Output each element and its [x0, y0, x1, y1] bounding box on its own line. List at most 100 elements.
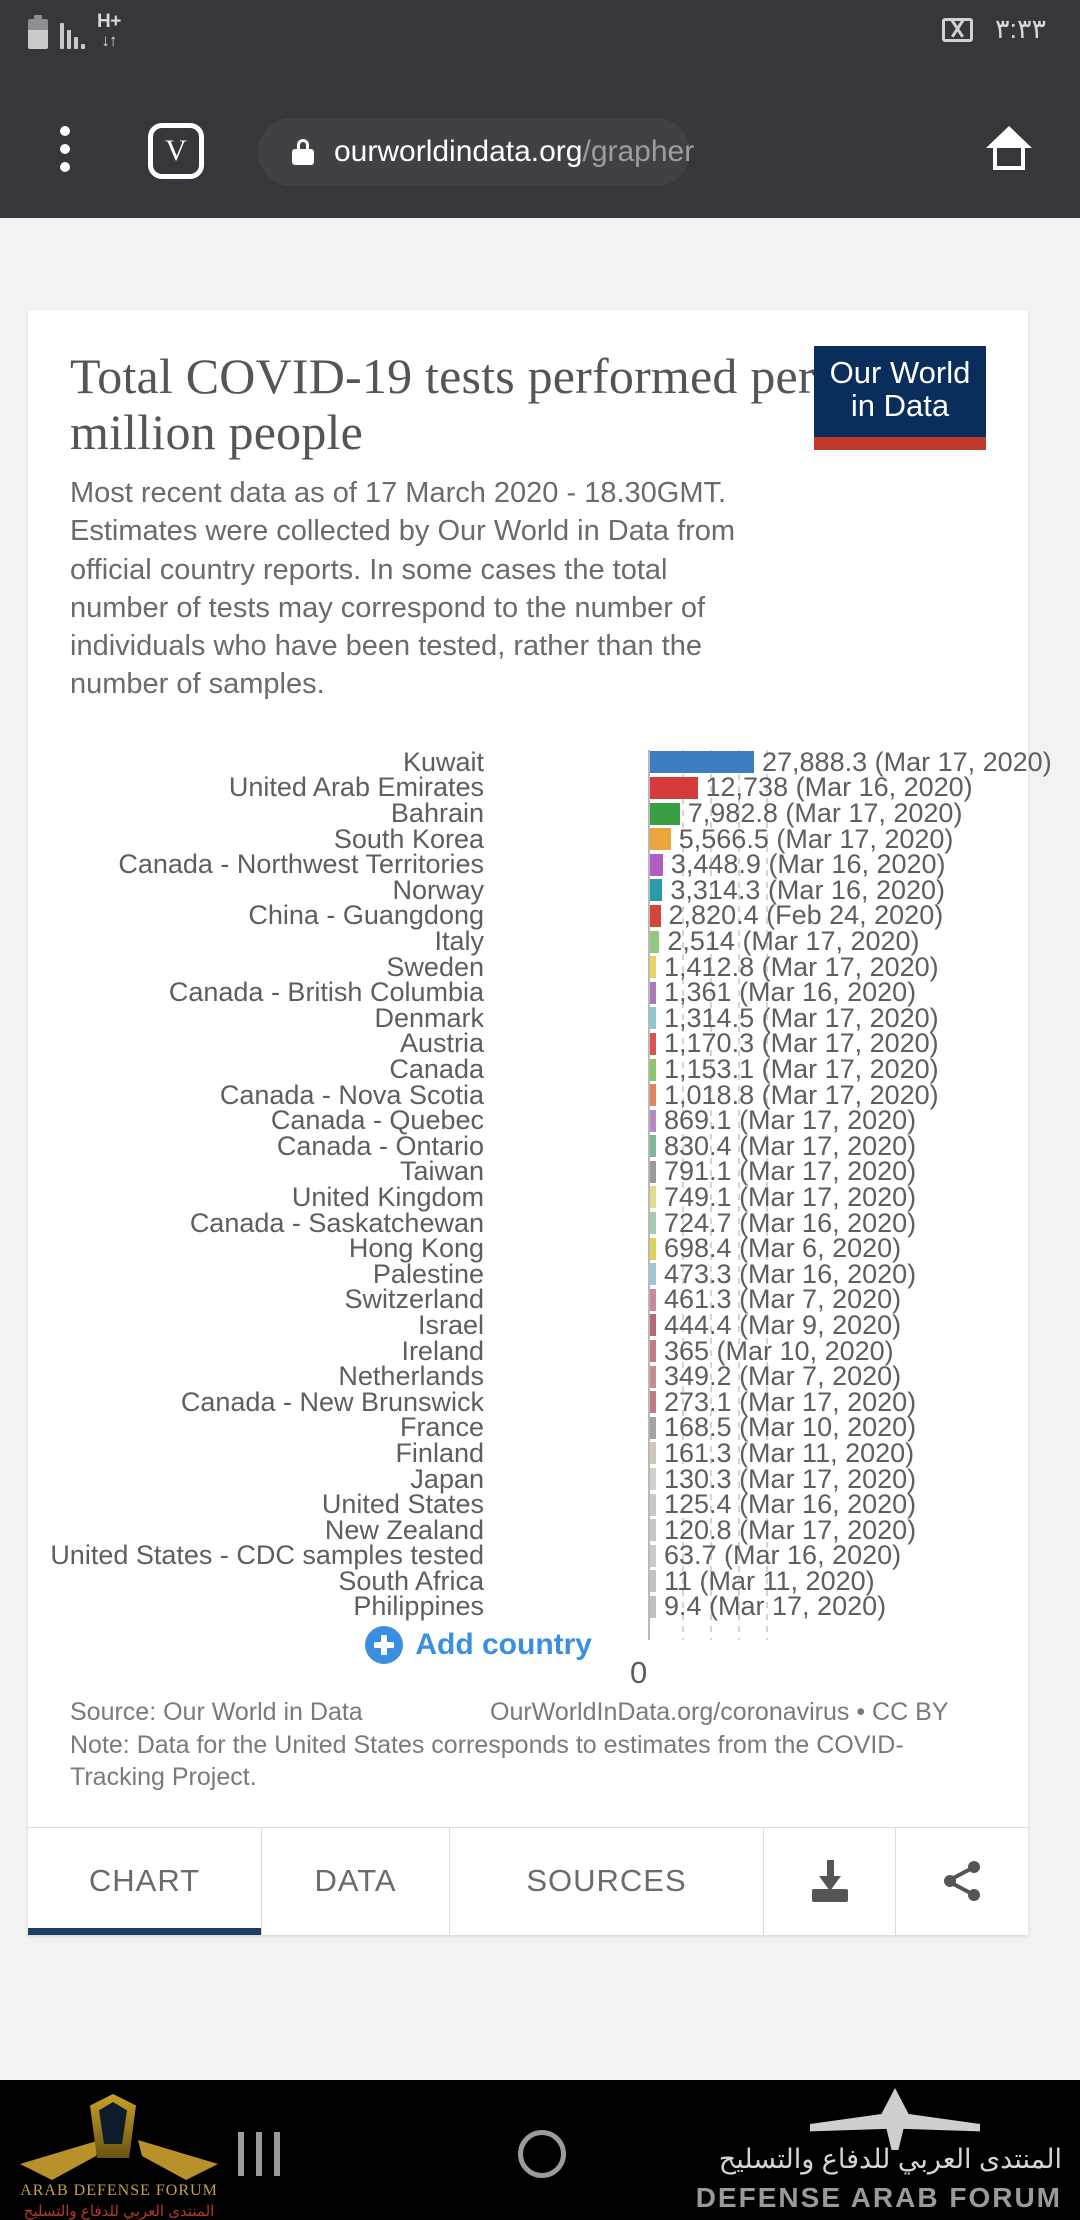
bar-chart: Kuwait 27,888.3 (Mar 17, 2020) United Arab…: [50, 747, 1052, 1690]
share-button[interactable]: [896, 1828, 1028, 1935]
watermark-left-ar: المنتدى العربي للدفاع والتسليح: [23, 2203, 215, 2220]
bar-row[interactable]: New Zealand 120.8 (Mar 17, 2020): [70, 1515, 986, 1545]
bar-segment: [650, 956, 656, 979]
bar-row-label: Philippines: [353, 1591, 484, 1622]
bar-segment: [650, 981, 656, 1004]
chart-note: Note: Data for the United States corresp…: [70, 1730, 904, 1791]
bar-segment: [650, 1493, 656, 1516]
bar-row[interactable]: Canada - British Columbia 1,361 (Mar 16, …: [70, 977, 986, 1007]
bar-segment: [650, 1365, 656, 1388]
chart-tab-bar: CHART DATA SOURCES: [28, 1826, 1028, 1935]
bar-segment: [650, 1263, 656, 1286]
owid-logo[interactable]: Our World in Data: [814, 346, 986, 450]
bar-segment: [650, 1595, 656, 1618]
bar-segment: [650, 1084, 656, 1107]
bar-row[interactable]: Switzerland 461.3 (Mar 7, 2020): [70, 1284, 986, 1314]
hplus-data-icon: H+ ↓↑: [97, 12, 121, 49]
bar-segment: [650, 1442, 656, 1465]
bar-row[interactable]: Canada - Saskatchewan 724.7 (Mar 16, 2020…: [70, 1208, 986, 1238]
kebab-menu-icon[interactable]: [60, 126, 70, 172]
bar-row[interactable]: China - Guangdong 2,820.4 (Feb 24, 2020): [70, 900, 986, 930]
bar-row[interactable]: United Kingdom 749.1 (Mar 17, 2020): [70, 1182, 986, 1212]
recents-icon[interactable]: [238, 2132, 280, 2176]
bar-row[interactable]: Ireland 365 (Mar 10, 2020): [70, 1336, 986, 1366]
shield-icon: [90, 2094, 136, 2158]
bar-row[interactable]: Philippines 9.4 (Mar 17, 2020): [70, 1591, 986, 1622]
bar-row[interactable]: Hong Kong 698.4 (Mar 6, 2020): [70, 1233, 986, 1263]
bar-row[interactable]: Austria 1,170.3 (Mar 17, 2020): [70, 1028, 986, 1058]
bar-segment: [650, 1007, 656, 1030]
download-button[interactable]: [764, 1827, 896, 1935]
tab-sources-label: SOURCES: [526, 1863, 687, 1899]
bar-row[interactable]: Canada - Nova Scotia 1,018.8 (Mar 17, 202…: [70, 1080, 986, 1110]
tab-count-badge[interactable]: V: [148, 123, 204, 179]
bar-row[interactable]: Canada - Ontario 830.4 (Mar 17, 2020): [70, 1131, 986, 1161]
download-icon: [810, 1860, 850, 1903]
bar-segment: [650, 802, 680, 825]
bar-segment: [650, 879, 663, 902]
bar-row[interactable]: United States - CDC samples tested 63.7 (…: [50, 1540, 986, 1570]
bar-segment: [650, 1314, 656, 1337]
bar-segment: [650, 930, 660, 953]
bar-segment: [650, 853, 663, 876]
bar-row[interactable]: Finland 161.3 (Mar 11, 2020): [70, 1438, 986, 1468]
bar-segment: [650, 1288, 656, 1311]
browser-toolbar: V ourworldindata.org/grapher: [0, 68, 1080, 218]
owid-logo-accent-bar: [814, 436, 986, 450]
add-country-label: Add country: [415, 1627, 592, 1661]
bar-row[interactable]: Taiwan 791.1 (Mar 17, 2020): [70, 1156, 986, 1186]
bar-segment: [650, 1416, 656, 1439]
bar-row[interactable]: United States 125.4 (Mar 16, 2020): [70, 1489, 986, 1519]
url-bar[interactable]: ourworldindata.org/grapher: [258, 118, 694, 186]
tab-chart-label: CHART: [88, 1863, 201, 1899]
bar-segment: [650, 1032, 656, 1055]
grapher-card: Our World in Data Total COVID-19 tests p…: [28, 310, 1052, 1935]
watermark-right: المنتدى العربي للدفاع والتسليح DEFENSE A…: [588, 2086, 1068, 2214]
tab-sources[interactable]: SOURCES: [450, 1827, 764, 1935]
bar-segment: [650, 751, 754, 774]
bar-row[interactable]: Canada 1,153.1 (Mar 17, 2020): [70, 1054, 986, 1084]
bar-row[interactable]: Sweden 1,412.8 (Mar 17, 2020): [70, 952, 986, 982]
bar-row[interactable]: United Arab Emirates 12,738 (Mar 16, 2020…: [70, 772, 986, 802]
gmail-icon: [941, 17, 973, 42]
bar-row[interactable]: Japan 130.3 (Mar 17, 2020): [70, 1464, 986, 1494]
chart-footer: Source: Our World in Data OurWorldInData…: [70, 1698, 986, 1827]
bar-row[interactable]: Kuwait 27,888.3 (Mar 17, 2020): [70, 747, 1052, 777]
bar-row[interactable]: Canada - Northwest Territories 3,448.9 (M…: [70, 849, 986, 879]
data-arrows: ↓↑: [101, 31, 117, 50]
home-icon[interactable]: [986, 126, 1032, 170]
chart-license[interactable]: OurWorldInData.org/coronavirus • CC BY: [490, 1698, 948, 1727]
bar-row[interactable]: Israel 444.4 (Mar 9, 2020): [70, 1310, 986, 1340]
bar-segment: [650, 1058, 656, 1081]
bar-row[interactable]: Italy 2,514 (Mar 17, 2020): [70, 926, 986, 956]
bar-rows: Kuwait 27,888.3 (Mar 17, 2020) United Arab…: [50, 747, 1052, 1622]
status-bar-right: ٣:٣٣: [941, 14, 1046, 45]
bar-row[interactable]: Canada - Quebec 869.1 (Mar 17, 2020): [70, 1105, 986, 1135]
url-path: /grapher: [582, 135, 695, 168]
web-page: Our World in Data Total COVID-19 tests p…: [0, 218, 1080, 2080]
tab-data[interactable]: DATA: [262, 1827, 450, 1935]
bar-segment: [650, 1109, 656, 1132]
bar-row[interactable]: Norway 3,314.3 (Mar 16, 2020): [70, 875, 986, 905]
axis-zero-label: 0: [630, 1654, 648, 1690]
status-bar-left-icons: H+ ↓↑: [28, 12, 121, 49]
lock-icon: [292, 139, 314, 165]
bar-segment: [650, 1186, 656, 1209]
android-navigation-bar: ARAB DEFENSE FORUM المنتدى العربي للدفاع…: [0, 2080, 1080, 2220]
status-bar-clock: ٣:٣٣: [994, 14, 1046, 44]
bar-row[interactable]: Denmark 1,314.5 (Mar 17, 2020): [70, 1003, 986, 1033]
bar-row[interactable]: Palestine 473.3 (Mar 16, 2020): [70, 1259, 986, 1289]
tab-chart[interactable]: CHART: [28, 1827, 262, 1935]
share-icon: [942, 1860, 982, 1902]
bar-segment: [650, 1391, 656, 1414]
bar-row[interactable]: France 168.5 (Mar 10, 2020): [70, 1412, 986, 1442]
bar-row[interactable]: Bahrain 7,982.8 (Mar 17, 2020): [70, 798, 986, 828]
bar-row[interactable]: South Africa 11 (Mar 11, 2020): [70, 1566, 986, 1596]
watermark-left: ARAB DEFENSE FORUM المنتدى العربي للدفاع…: [14, 2088, 224, 2220]
add-country-button[interactable]: Add country: [365, 1625, 592, 1664]
bar-segment: [650, 1570, 656, 1593]
bar-row[interactable]: Canada - New Brunswick 273.1 (Mar 17, 202…: [70, 1387, 986, 1417]
home-circle-icon[interactable]: [518, 2130, 566, 2178]
bar-row[interactable]: South Korea 5,566.5 (Mar 17, 2020): [70, 824, 986, 854]
bar-row[interactable]: Netherlands 349.2 (Mar 7, 2020): [70, 1361, 986, 1391]
